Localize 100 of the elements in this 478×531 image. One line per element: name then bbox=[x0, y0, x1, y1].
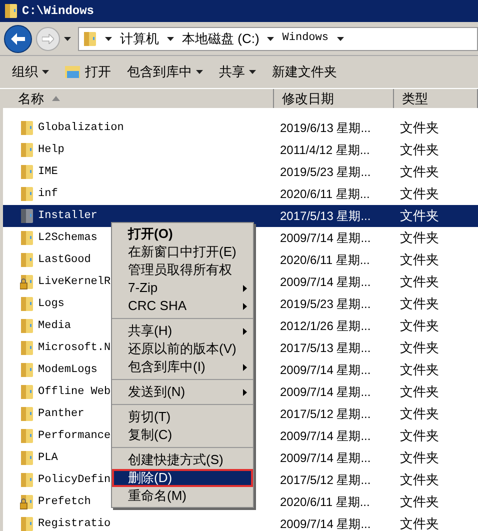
file-type: 文件夹 bbox=[399, 273, 439, 292]
folder-icon bbox=[20, 450, 34, 466]
address-field[interactable]: 计算机 本地磁盘 (C:) Windows bbox=[78, 26, 478, 50]
modified-date: 2020/6/11 星期... bbox=[279, 494, 371, 511]
toolbar-button[interactable]: 共享 bbox=[219, 62, 256, 82]
caret-icon bbox=[105, 36, 112, 40]
file-type: 文件夹 bbox=[399, 317, 439, 336]
file-type: 文件夹 bbox=[399, 361, 439, 380]
modified-date: 2020/6/11 星期... bbox=[279, 252, 371, 269]
file-name[interactable]: Microsoft.N bbox=[38, 340, 111, 356]
toolbar-button[interactable]: 新建文件夹 bbox=[272, 62, 337, 82]
menu-item[interactable]: 在新窗口中打开(E) bbox=[112, 243, 253, 261]
window-title: C:\Windows bbox=[22, 3, 94, 20]
file-type: 文件夹 bbox=[399, 141, 439, 160]
file-type: 文件夹 bbox=[399, 207, 439, 226]
modified-date: 2009/7/14 星期... bbox=[279, 230, 372, 247]
file-type: 文件夹 bbox=[399, 493, 439, 512]
menu-item[interactable]: 删除(D) bbox=[112, 469, 253, 487]
folder-icon bbox=[20, 362, 34, 378]
folder-icon bbox=[20, 208, 34, 224]
modified-date: 2017/5/13 星期... bbox=[279, 340, 372, 357]
modified-date: 2009/7/14 星期... bbox=[279, 274, 372, 291]
file-type: 文件夹 bbox=[399, 295, 439, 314]
file-type: 文件夹 bbox=[399, 251, 439, 270]
menu-item[interactable]: 创建快捷方式(S) bbox=[112, 451, 253, 469]
modified-date: 2009/7/14 星期... bbox=[279, 516, 372, 531]
submenu-arrow-icon bbox=[243, 388, 247, 396]
modified-date: 2017/5/12 星期... bbox=[279, 472, 372, 489]
file-type: 文件夹 bbox=[399, 471, 439, 490]
file-type: 文件夹 bbox=[399, 163, 439, 182]
file-name[interactable]: PolicyDefin bbox=[38, 472, 111, 488]
menu-item[interactable]: 管理员取得所有权 bbox=[112, 261, 253, 279]
file-name[interactable]: Media bbox=[38, 318, 72, 334]
file-name[interactable]: Help bbox=[38, 142, 64, 158]
folder-icon bbox=[4, 3, 18, 19]
right-arrow-icon bbox=[42, 34, 54, 44]
menu-item[interactable]: 发送到(N) bbox=[112, 383, 253, 401]
submenu-arrow-icon bbox=[243, 364, 247, 370]
modified-date: 2009/7/14 星期... bbox=[279, 362, 372, 379]
menu-item[interactable]: 7-Zip bbox=[112, 279, 253, 297]
back-button[interactable] bbox=[4, 24, 32, 52]
submenu-arrow-icon bbox=[243, 302, 247, 310]
file-name[interactable]: Prefetch bbox=[38, 494, 91, 510]
file-name[interactable]: LiveKernelR bbox=[38, 274, 111, 290]
modified-date: 2017/5/12 星期... bbox=[279, 406, 372, 423]
file-type: 文件夹 bbox=[399, 185, 439, 204]
folder-icon bbox=[20, 340, 34, 356]
file-type: 文件夹 bbox=[399, 405, 439, 424]
file-name[interactable]: Installer bbox=[38, 208, 98, 224]
column-header[interactable]: 类型 bbox=[394, 89, 478, 108]
modified-date: 2009/7/14 星期... bbox=[279, 428, 372, 445]
toolbar-button[interactable]: 打开 bbox=[65, 62, 111, 82]
file-name[interactable]: Panther bbox=[38, 406, 84, 422]
file-name[interactable]: Globalization bbox=[38, 120, 124, 136]
folder-icon bbox=[20, 384, 34, 400]
file-name[interactable]: inf bbox=[38, 186, 58, 202]
menu-item[interactable]: 共享(H) bbox=[112, 322, 253, 340]
file-name[interactable]: Offline Web bbox=[38, 384, 111, 400]
file-name[interactable]: Performance bbox=[38, 428, 111, 444]
folder-icon bbox=[20, 406, 34, 422]
file-name[interactable]: Registratio bbox=[38, 516, 111, 531]
breadcrumb[interactable]: 计算机 bbox=[120, 28, 159, 48]
file-name[interactable]: PLA bbox=[38, 450, 58, 466]
modified-date: 2017/5/13 星期... bbox=[279, 208, 372, 225]
file-name[interactable]: IME bbox=[38, 164, 58, 180]
folder-icon bbox=[20, 164, 34, 180]
file-type: 文件夹 bbox=[399, 449, 439, 468]
folder-icon bbox=[20, 230, 34, 246]
menu-item[interactable]: CRC SHA bbox=[112, 297, 253, 315]
column-header[interactable]: 修改日期 bbox=[274, 89, 394, 108]
modified-date: 2019/5/23 星期... bbox=[279, 164, 372, 181]
breadcrumb[interactable]: Windows bbox=[282, 30, 328, 47]
file-name[interactable]: LastGood bbox=[38, 252, 91, 268]
selected-row-highlight[interactable]: Installer 2017/5/13 星期... 文件夹 bbox=[3, 205, 478, 227]
menu-item[interactable]: 包含到库中(I) bbox=[112, 358, 253, 376]
toolbar-button[interactable]: 组织 bbox=[12, 62, 49, 82]
file-type: 文件夹 bbox=[399, 515, 439, 531]
caret-icon bbox=[167, 36, 174, 40]
file-type: 文件夹 bbox=[399, 339, 439, 358]
modified-date: 2019/5/23 星期... bbox=[279, 296, 372, 313]
submenu-arrow-icon bbox=[243, 328, 247, 334]
toolbar-button[interactable]: 包含到库中 bbox=[127, 62, 203, 82]
folder-icon bbox=[83, 30, 97, 46]
breadcrumb[interactable]: 本地磁盘 (C:) bbox=[182, 28, 260, 48]
menu-item[interactable]: 还原以前的版本(V) bbox=[112, 340, 253, 358]
folder-icon bbox=[20, 120, 34, 136]
menu-item[interactable]: 剪切(T) bbox=[112, 408, 253, 426]
folder-icon bbox=[20, 142, 34, 158]
locked-folder-icon bbox=[20, 494, 34, 510]
open-folder-icon bbox=[65, 65, 81, 79]
modified-date: 2011/4/12 星期... bbox=[279, 142, 371, 159]
file-name[interactable]: ModemLogs bbox=[38, 362, 98, 378]
file-name[interactable]: Logs bbox=[38, 296, 64, 312]
file-type: 文件夹 bbox=[399, 119, 439, 138]
file-name[interactable]: L2Schemas bbox=[38, 230, 98, 246]
folder-icon bbox=[20, 252, 34, 268]
column-header[interactable]: 名称 bbox=[0, 89, 274, 108]
menu-item[interactable]: 重命名(M) bbox=[112, 487, 253, 505]
menu-item[interactable]: 复制(C) bbox=[112, 426, 253, 444]
menu-item[interactable]: 打开(O) bbox=[112, 225, 253, 243]
